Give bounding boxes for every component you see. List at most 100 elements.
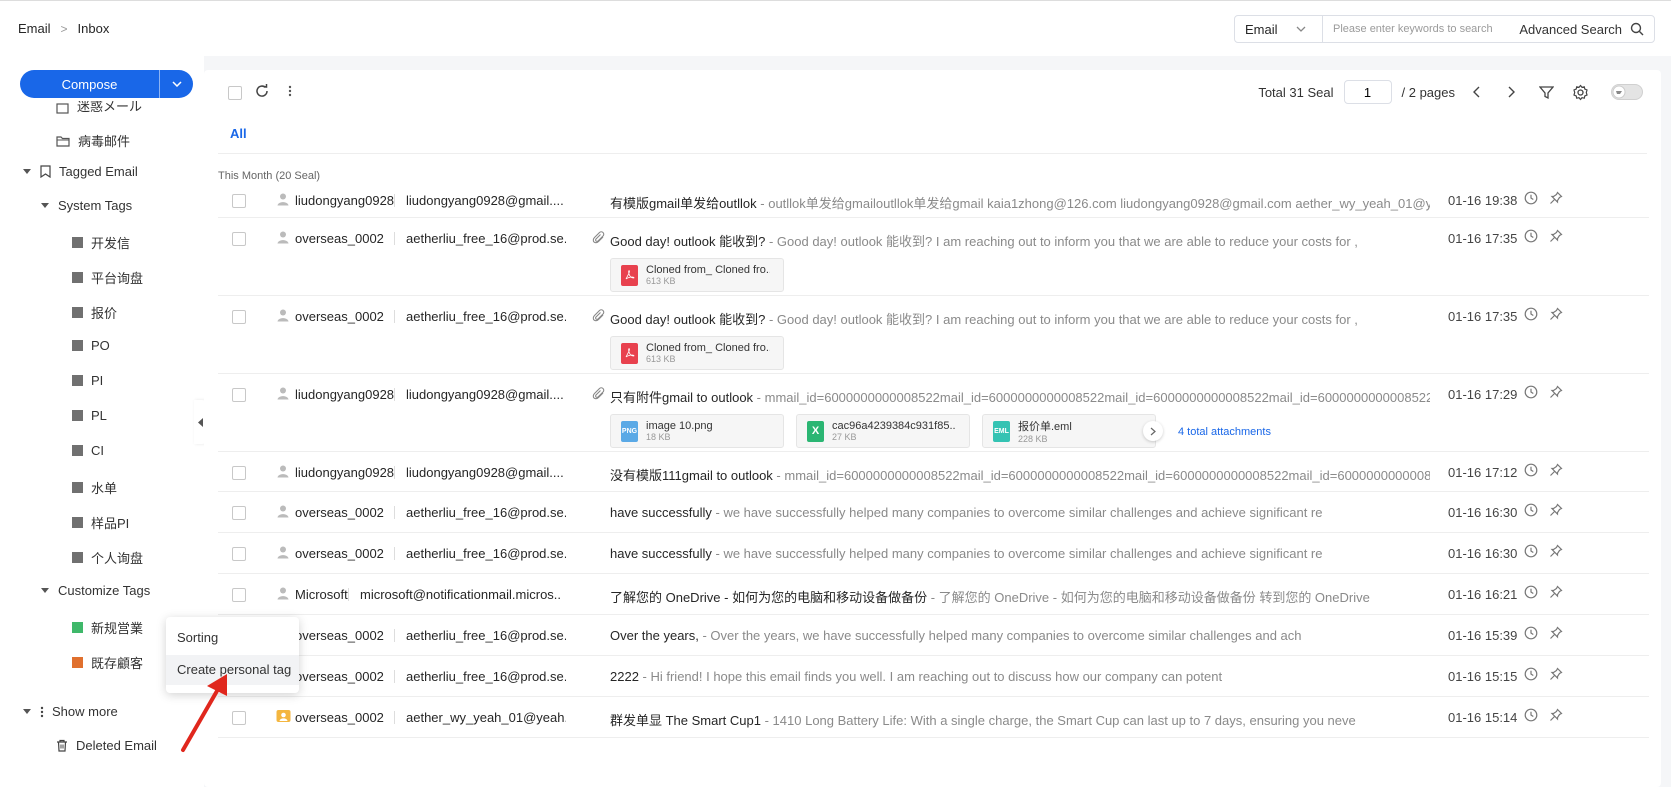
row-checkbox[interactable] (232, 547, 246, 561)
email-subject[interactable]: Over the years, - Over the years, we hav… (610, 628, 1430, 643)
pin-icon[interactable] (1549, 385, 1563, 399)
sidebar-custom-tag-item[interactable]: 新规営業 (72, 618, 143, 637)
clock-icon[interactable] (1524, 463, 1538, 477)
email-row[interactable]: overseas_0002 aether_wy_yeah_01@yeah....… (218, 697, 1649, 738)
search-type-select[interactable]: Email (1235, 16, 1323, 42)
pin-icon[interactable] (1549, 463, 1563, 477)
refresh-icon[interactable] (254, 83, 270, 99)
clock-icon[interactable] (1524, 191, 1538, 205)
compose-button[interactable]: Compose (20, 70, 159, 98)
email-row[interactable]: liudongyang0928 liudongyang0928@gmail...… (218, 452, 1649, 492)
pin-icon[interactable] (1549, 667, 1563, 681)
sidebar-tag-item[interactable]: PO (72, 338, 110, 353)
row-checkbox[interactable] (232, 506, 246, 520)
select-all-checkbox[interactable] (228, 86, 242, 100)
tab-all[interactable]: All (230, 126, 247, 141)
email-subject[interactable]: Good day! outlook 能收到? - Good day! outlo… (610, 231, 1430, 250)
sidebar-item-virus[interactable]: 病毒邮件 (56, 131, 130, 150)
sidebar-item-deleted[interactable]: Deleted Email (56, 738, 157, 753)
clock-icon[interactable] (1524, 229, 1538, 243)
pin-icon[interactable] (1549, 307, 1563, 321)
prev-icon[interactable] (1473, 86, 1481, 98)
caret-down-icon[interactable] (40, 203, 50, 208)
next-icon[interactable] (1507, 86, 1515, 98)
email-subject[interactable]: 2222 - Hi friend! I hope this email find… (610, 669, 1430, 684)
sidebar-tag-item[interactable]: PL (72, 408, 107, 423)
email-subject[interactable]: Good day! outlook 能收到? - Good day! outlo… (610, 309, 1430, 328)
pin-icon[interactable] (1549, 626, 1563, 640)
row-checkbox[interactable] (232, 310, 246, 324)
sidebar-tag-item[interactable]: PI (72, 373, 103, 388)
menu-item-sorting[interactable]: Sorting (177, 630, 218, 645)
toggle-icon[interactable] (1611, 84, 1643, 100)
email-subject[interactable]: 了解您的 OneDrive - 如何为您的电脑和移动设备做备份 - 了解您的 O… (610, 587, 1430, 606)
advanced-search-button[interactable]: Advanced Search (1519, 22, 1654, 37)
email-row[interactable]: overseas_0002 aetherliu_free_16@prod.se.… (218, 615, 1649, 656)
email-row[interactable]: overseas_0002 aetherliu_free_16@prod.se.… (218, 656, 1649, 697)
search-icon[interactable] (1630, 22, 1644, 36)
clock-icon[interactable] (1524, 544, 1538, 558)
email-row[interactable]: Microsoft microsoft@notificationmail.mic… (218, 574, 1649, 615)
sidebar-tag-item[interactable]: 水单 (72, 478, 117, 497)
compose-dropdown-button[interactable] (159, 70, 193, 98)
sidebar-tag-item[interactable]: 个人询盘 (72, 548, 143, 567)
email-row[interactable]: overseas_0002 aetherliu_free_16@prod.se.… (218, 492, 1649, 533)
sidebar-tag-item[interactable]: 开发信 (72, 233, 130, 252)
sidebar-item-show-more[interactable]: Show more (22, 704, 118, 719)
attachment-card[interactable]: EML 报价单.eml 228 KB (982, 414, 1156, 448)
email-row[interactable]: liudongyang0928 liudongyang0928@gmail...… (218, 180, 1649, 218)
clock-icon[interactable] (1524, 503, 1538, 517)
attachments-next-icon[interactable] (1143, 421, 1163, 441)
clock-icon[interactable] (1524, 626, 1538, 640)
sidebar-item-customize-tags[interactable]: Customize Tags (40, 583, 150, 598)
sidebar-item-junk[interactable]: 迷惑メール (56, 101, 142, 115)
email-row[interactable]: liudongyang0928 liudongyang0928@gmail...… (218, 374, 1649, 452)
row-checkbox[interactable] (232, 588, 246, 602)
email-subject[interactable]: 有模版gmail单发给outllok - outllok单发给gmailoutl… (610, 193, 1430, 212)
pin-icon[interactable] (1549, 503, 1563, 517)
email-row[interactable]: overseas_0002 aetherliu_free_16@prod.se.… (218, 218, 1649, 296)
page-number-input[interactable] (1343, 80, 1392, 104)
sidebar-item-tagged-email[interactable]: Tagged Email (22, 164, 138, 179)
attachment-card[interactable]: PNG image 10.png 18 KB (610, 414, 784, 448)
caret-down-icon[interactable] (40, 588, 50, 593)
pin-icon[interactable] (1549, 191, 1563, 205)
breadcrumb-email[interactable]: Email (18, 21, 51, 36)
row-checkbox[interactable] (232, 232, 246, 246)
caret-down-icon[interactable] (22, 709, 32, 714)
email-subject[interactable]: 没有模版111gmail to outlook - mmail_id=60000… (610, 465, 1430, 484)
clock-icon[interactable] (1524, 307, 1538, 321)
email-row[interactable]: overseas_0002 aetherliu_free_16@prod.se.… (218, 533, 1649, 574)
clock-icon[interactable] (1524, 708, 1538, 722)
row-checkbox[interactable] (232, 388, 246, 402)
more-icon[interactable] (288, 85, 292, 97)
pin-icon[interactable] (1549, 708, 1563, 722)
email-subject[interactable]: 只有附件gmail to outlook - mmail_id=60000000… (610, 387, 1430, 406)
caret-down-icon[interactable] (22, 169, 32, 174)
sidebar-tag-item[interactable]: 样品PI (72, 513, 129, 532)
sidebar-tag-item[interactable]: 平台询盘 (72, 268, 143, 287)
row-checkbox[interactable] (232, 194, 246, 208)
email-row[interactable]: overseas_0002 aetherliu_free_16@prod.se.… (218, 296, 1649, 374)
email-subject[interactable]: have successfully - we have successfully… (610, 546, 1430, 561)
clock-icon[interactable] (1524, 585, 1538, 599)
pin-icon[interactable] (1549, 229, 1563, 243)
sidebar-tag-item[interactable]: CI (72, 443, 104, 458)
sidebar-item-system-tags[interactable]: System Tags (40, 198, 132, 213)
total-attachments-link[interactable]: 4 total attachments (1178, 426, 1271, 438)
email-subject[interactable]: have successfully - we have successfully… (610, 505, 1430, 520)
attachment-card[interactable]: X cac96a4239384c931f85... 27 KB (796, 414, 970, 448)
filter-icon[interactable] (1539, 85, 1554, 100)
settings-icon[interactable] (1572, 84, 1589, 101)
sidebar-tag-item[interactable]: 报价 (72, 303, 117, 322)
clock-icon[interactable] (1524, 385, 1538, 399)
search-input[interactable] (1323, 23, 1520, 35)
clock-icon[interactable] (1524, 667, 1538, 681)
pin-icon[interactable] (1549, 585, 1563, 599)
attachment-card[interactable]: Cloned from_ Cloned fro... 613 KB (610, 336, 784, 370)
email-subject[interactable]: 群发单显 The Smart Cup1 - 1410 Long Battery … (610, 710, 1430, 729)
sidebar-custom-tag-item[interactable]: 既存顧客 (72, 653, 143, 672)
attachment-card[interactable]: Cloned from_ Cloned fro... 613 KB (610, 258, 784, 292)
pin-icon[interactable] (1549, 544, 1563, 558)
row-checkbox[interactable] (232, 466, 246, 480)
